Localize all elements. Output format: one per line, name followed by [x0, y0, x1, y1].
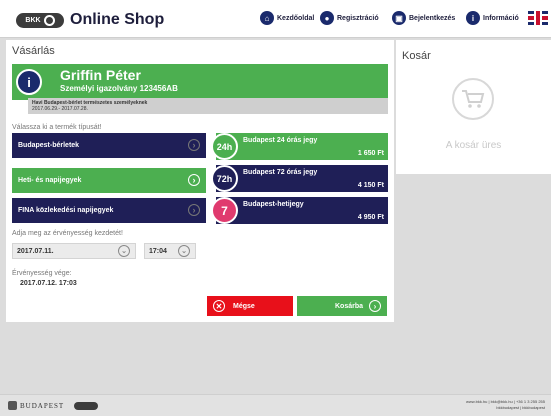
user-name: Griffin Péter — [60, 67, 141, 83]
user-card: i Griffin Péter Személyi igazolvány 1234… — [12, 64, 388, 100]
chevron-right-icon: › — [369, 300, 381, 312]
bkk-footer-logo — [74, 401, 99, 410]
product-name: Budapest 24 órás jegy — [243, 137, 318, 144]
category-label: Heti- és napijegyek — [18, 177, 82, 184]
nav-register[interactable]: ● Regisztráció — [320, 11, 379, 25]
shop-title: Online Shop — [70, 11, 165, 28]
footer-logos: BUDAPEST — [8, 401, 99, 410]
category-fina-day-tickets[interactable]: FINA közlekedési napijegyek › — [12, 198, 206, 223]
user-id: Személyi igazolvány 123456AB — [60, 84, 178, 93]
category-label: Budapest-bérletek — [18, 142, 80, 149]
category-daily-weekly[interactable]: Heti- és napijegyek › — [12, 168, 206, 193]
chevron-down-icon: ⌄ — [118, 245, 130, 257]
footer-city-text: BUDAPEST — [20, 401, 65, 410]
info-icon: i — [466, 11, 480, 25]
uk-flag-icon[interactable] — [528, 11, 548, 25]
chevron-right-icon: › — [188, 174, 200, 186]
category-label: FINA közlekedési napijegyek — [18, 207, 114, 214]
bkk-logo: BKK — [16, 12, 64, 28]
category-budapest-passes[interactable]: Budapest-bérletek › — [12, 133, 206, 158]
footer-contact: www.bkk.hu | bkk@bkk.hu | +36 1 3 255 25… — [466, 399, 545, 411]
24h-badge-icon: 24h — [211, 133, 238, 160]
product-weekly[interactable]: 7 Budapest-hetijegy 4 950 Ft — [211, 197, 388, 224]
product-price: 1 650 Ft — [357, 150, 384, 157]
top-bar: BKK Online Shop ⌂ Kezdőoldal ● Regisztráci… — [0, 0, 551, 38]
start-time-select[interactable]: 17:04 ⌄ — [144, 243, 196, 259]
lock-icon: ▣ — [392, 11, 406, 25]
id-card-icon: i — [16, 69, 42, 95]
cancel-button[interactable]: ✕ Mégse — [207, 296, 293, 316]
choose-type-label: Válassza ki a termék típusát! — [12, 124, 102, 131]
validity-end-value: 2017.07.12. 17:03 — [20, 280, 77, 287]
purchase-panel: Vásárlás i Griffin Péter Személyi igazol… — [6, 40, 394, 322]
add-to-cart-label: Kosárba — [334, 302, 363, 310]
start-time-value: 17:04 — [149, 247, 167, 255]
cancel-label: Mégse — [233, 302, 255, 310]
cart-title: Kosár — [402, 50, 431, 62]
chevron-right-icon: › — [188, 204, 200, 216]
product-name: Budapest-hetijegy — [243, 201, 304, 208]
cart-panel: Kosár A kosár üres — [396, 40, 551, 174]
home-icon: ⌂ — [260, 11, 274, 25]
close-icon: ✕ — [213, 300, 225, 312]
product-name: Budapest 72 órás jegy — [243, 169, 318, 176]
start-date-select[interactable]: 2017.07.11. ⌄ — [12, 243, 136, 259]
nav-home[interactable]: ⌂ Kezdőoldal — [260, 11, 314, 25]
cart-empty-text: A kosár üres — [445, 140, 502, 151]
add-to-cart-button[interactable]: Kosárba › — [297, 296, 387, 316]
product-72h[interactable]: 72h Budapest 72 órás jegy 4 150 Ft — [211, 165, 388, 192]
chevron-right-icon: › — [188, 139, 200, 151]
shop-logo[interactable]: BKK Online Shop — [16, 11, 164, 29]
validity-end-label: Érvényesség vége: — [12, 270, 72, 277]
start-date-value: 2017.07.11. — [17, 247, 54, 255]
user-add-icon: ● — [320, 11, 334, 25]
chevron-down-icon: ⌄ — [178, 245, 190, 257]
validity-start-label: Adja meg az érvényesség kezdetét! — [12, 230, 123, 237]
footer: BUDAPEST www.bkk.hu | bkk@bkk.hu | +36 1… — [0, 394, 551, 416]
product-price: 4 950 Ft — [357, 214, 384, 221]
product-24h[interactable]: 24h Budapest 24 órás jegy 1 650 Ft — [211, 133, 388, 160]
budapest-crest-icon — [8, 401, 17, 410]
footer-contact-line2: bkkbudapest | bkkbudapest — [496, 405, 545, 410]
purchase-title: Vásárlás — [12, 45, 55, 57]
nav-info[interactable]: i Információ — [466, 11, 519, 25]
7-day-badge-icon: 7 — [211, 197, 238, 224]
ticket-info-dates: 2017.06.29.- 2017.07.28. — [32, 106, 88, 112]
product-price: 4 150 Ft — [357, 182, 384, 189]
shopping-cart-icon — [452, 78, 494, 120]
ticket-info: Havi Budapest-bérlet természetes személy… — [28, 98, 388, 114]
72h-badge-icon: 72h — [211, 165, 238, 192]
nav-login[interactable]: ▣ Bejelentkezés — [392, 11, 455, 25]
